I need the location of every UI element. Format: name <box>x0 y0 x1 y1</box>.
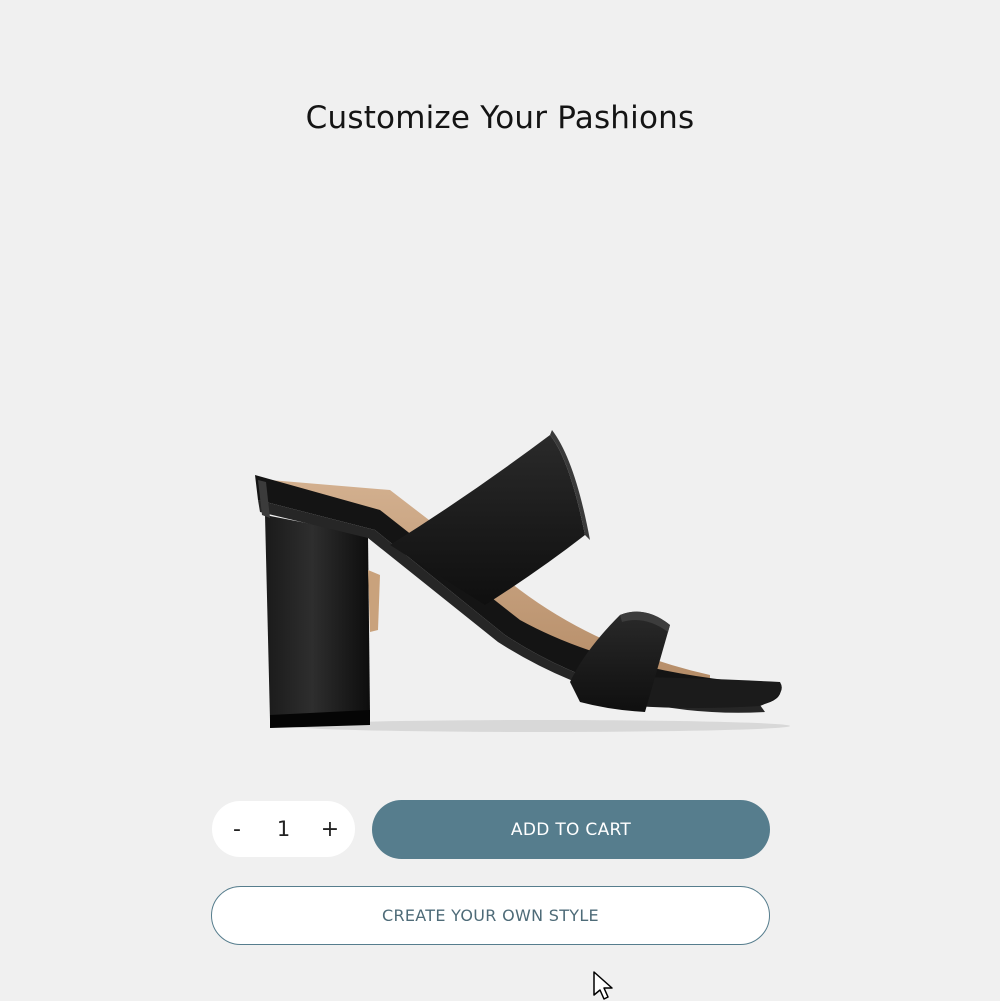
product-image <box>255 430 790 732</box>
quantity-stepper[interactable]: - 1 + <box>212 801 355 857</box>
create-your-own-style-button[interactable]: CREATE YOUR OWN STYLE <box>211 886 770 945</box>
mouse-pointer-icon <box>593 971 613 1000</box>
page-title: Customize Your Pashions <box>305 100 695 136</box>
add-to-cart-button[interactable]: ADD TO CART <box>372 800 770 859</box>
quantity-value: 1 <box>276 817 291 841</box>
decrement-button[interactable]: - <box>220 809 254 849</box>
increment-button[interactable]: + <box>313 809 347 849</box>
